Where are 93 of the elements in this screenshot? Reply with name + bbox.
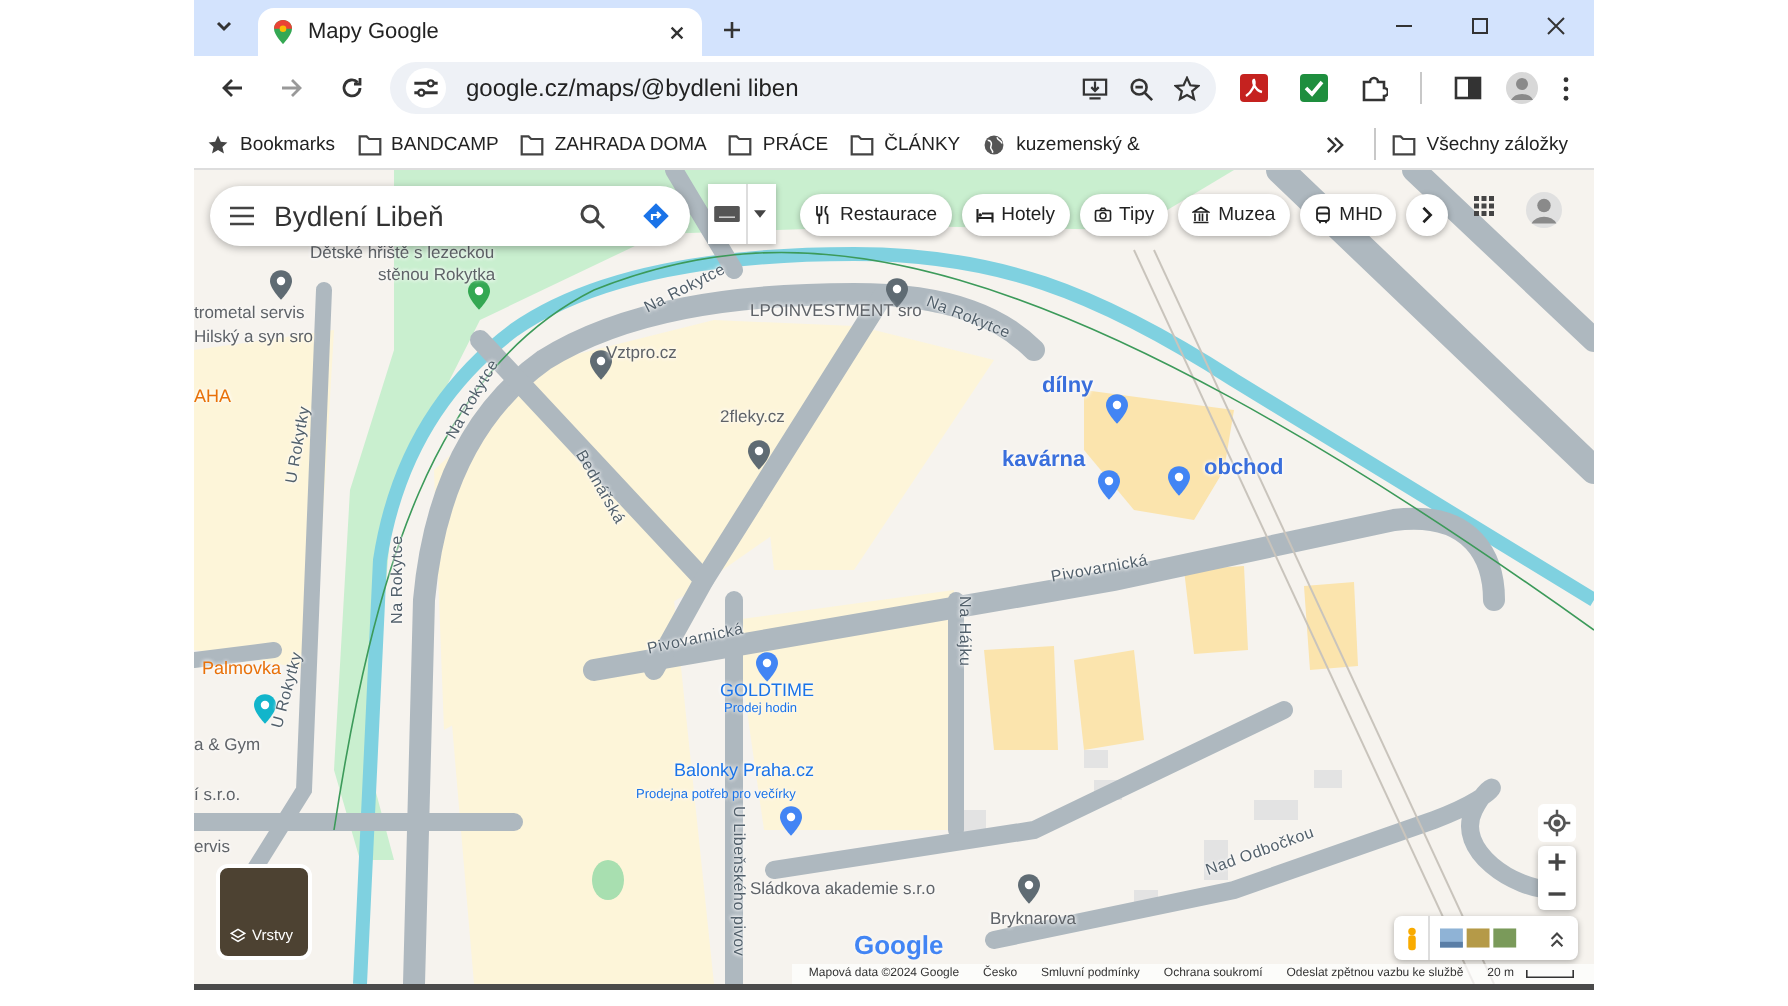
close-icon[interactable] xyxy=(1546,16,1566,36)
category-chip[interactable]: Muzea xyxy=(1178,194,1290,236)
reload-icon[interactable] xyxy=(340,76,364,100)
bookmark[interactable]: ZAHRADA DOMA xyxy=(520,133,721,155)
map-pin-icon[interactable] xyxy=(468,280,490,310)
place-label: Bryknarova xyxy=(990,910,1076,927)
apps-grid-icon[interactable] xyxy=(1474,196,1494,216)
pdf-extension-icon[interactable] xyxy=(1240,74,1268,102)
zoom-icon[interactable] xyxy=(1128,75,1154,101)
keyboard-icon xyxy=(714,206,740,222)
profile-avatar-icon[interactable] xyxy=(1506,72,1538,104)
star-icon[interactable] xyxy=(1174,75,1200,101)
back-arrow-icon[interactable] xyxy=(220,76,244,100)
place-label: obchod xyxy=(1204,458,1284,480)
street-label: U Rokytky xyxy=(284,404,314,485)
menu-icon[interactable] xyxy=(1562,75,1570,101)
folder-icon xyxy=(520,133,545,155)
scale-bar-icon xyxy=(1522,970,1578,978)
layers-icon xyxy=(230,928,246,944)
close-icon[interactable] xyxy=(668,23,686,41)
install-app-icon[interactable] xyxy=(1082,75,1108,101)
address-bar[interactable]: google.cz/maps/@bydleni liben xyxy=(390,62,1216,114)
map-pin-icon[interactable] xyxy=(1168,466,1190,496)
puzzle-icon[interactable] xyxy=(1360,74,1388,102)
place-label: a & Gym xyxy=(194,736,261,753)
place-label: Palmovka xyxy=(202,660,282,678)
map-pin-icon xyxy=(274,20,292,44)
place-label: kavárna xyxy=(1002,450,1086,472)
place-label: AHA xyxy=(194,388,232,406)
all-bookmarks-folder[interactable]: Všechny záložky xyxy=(1392,133,1582,155)
map-pin-icon[interactable] xyxy=(748,440,770,470)
side-panel-icon[interactable] xyxy=(1454,74,1482,102)
star-icon xyxy=(206,133,230,155)
locate-icon[interactable] xyxy=(1538,804,1576,842)
place-label: Dětské hřiště s lezeckou xyxy=(310,244,495,261)
map-pin-icon[interactable] xyxy=(756,652,778,682)
map-pin-icon[interactable] xyxy=(270,270,292,300)
menu-icon[interactable] xyxy=(230,206,254,226)
google-logo: Google xyxy=(854,930,944,960)
category-chip[interactable]: MHD xyxy=(1299,194,1397,236)
bookmark[interactable]: PRÁCE xyxy=(728,133,843,155)
category-chip[interactable]: Restaurace xyxy=(800,194,952,236)
place-label: dílny xyxy=(1042,376,1094,398)
place-label: Sládkova akademie s.r.o xyxy=(750,880,936,897)
place-label: ervis xyxy=(194,838,230,855)
fork-knife-icon xyxy=(814,206,832,224)
imagery-thumbnails-icon[interactable] xyxy=(1440,928,1520,948)
map-pin-icon[interactable] xyxy=(780,806,802,836)
map-pin-icon[interactable] xyxy=(1018,874,1040,904)
place-label: 2fleky.cz xyxy=(720,408,785,425)
place-label: Vztpro.cz xyxy=(606,344,677,361)
folder-icon xyxy=(357,133,382,155)
new-tab-icon[interactable] xyxy=(722,20,742,40)
place-label: GOLDTIME xyxy=(720,682,815,700)
category-chip[interactable]: Hotely xyxy=(961,194,1070,236)
account-avatar-icon[interactable] xyxy=(1526,192,1562,228)
forward-arrow-icon[interactable] xyxy=(280,76,304,100)
place-label: stěnou Rokytka xyxy=(378,266,496,283)
map-pin-icon[interactable] xyxy=(886,278,908,308)
map-pin-icon[interactable] xyxy=(1098,470,1120,500)
site-info-icon[interactable] xyxy=(406,68,446,108)
double-chevron-icon[interactable] xyxy=(1324,135,1347,153)
map-pin-icon[interactable] xyxy=(1106,394,1128,424)
place-label: trometal servis xyxy=(194,304,305,321)
bed-icon xyxy=(975,206,994,224)
search-icon[interactable] xyxy=(578,202,606,230)
bus-icon xyxy=(1313,206,1332,224)
chevron-right-icon xyxy=(1418,206,1437,224)
place-label: Hilský a syn sro xyxy=(194,328,314,345)
search-box[interactable]: Bydlení Libeň xyxy=(210,186,690,246)
traffic-layer-button[interactable] xyxy=(708,184,776,244)
tab-list-icon[interactable] xyxy=(214,16,234,36)
place-label: LPOINVESTMENT sro xyxy=(750,302,922,319)
place-label: Balonky Praha.cz xyxy=(674,762,815,780)
folder-icon xyxy=(1392,133,1417,155)
lawn-patch xyxy=(592,860,624,900)
checkmark-extension-icon[interactable] xyxy=(1300,74,1328,102)
street-label: Na Rokytce xyxy=(390,535,406,624)
place-label: í s.r.o. xyxy=(194,786,241,803)
globe-icon xyxy=(982,133,1007,155)
bookmark[interactable]: Bookmarks xyxy=(206,133,350,155)
bookmark[interactable]: kuzemenský & xyxy=(982,133,1154,155)
bookmark[interactable]: ČLÁNKY xyxy=(850,133,975,155)
street-label: Na Hájku xyxy=(956,596,972,667)
museum-icon xyxy=(1192,206,1211,224)
camera-icon xyxy=(1093,206,1112,224)
folder-icon xyxy=(728,133,753,155)
expand-icon[interactable] xyxy=(1548,929,1566,947)
browser-tab[interactable]: Mapy Google xyxy=(258,8,702,56)
bookmark[interactable]: BANDCAMP xyxy=(357,133,513,155)
caret-icon xyxy=(754,210,766,218)
maximize-icon[interactable] xyxy=(1470,16,1490,36)
folder-icon xyxy=(850,133,875,155)
